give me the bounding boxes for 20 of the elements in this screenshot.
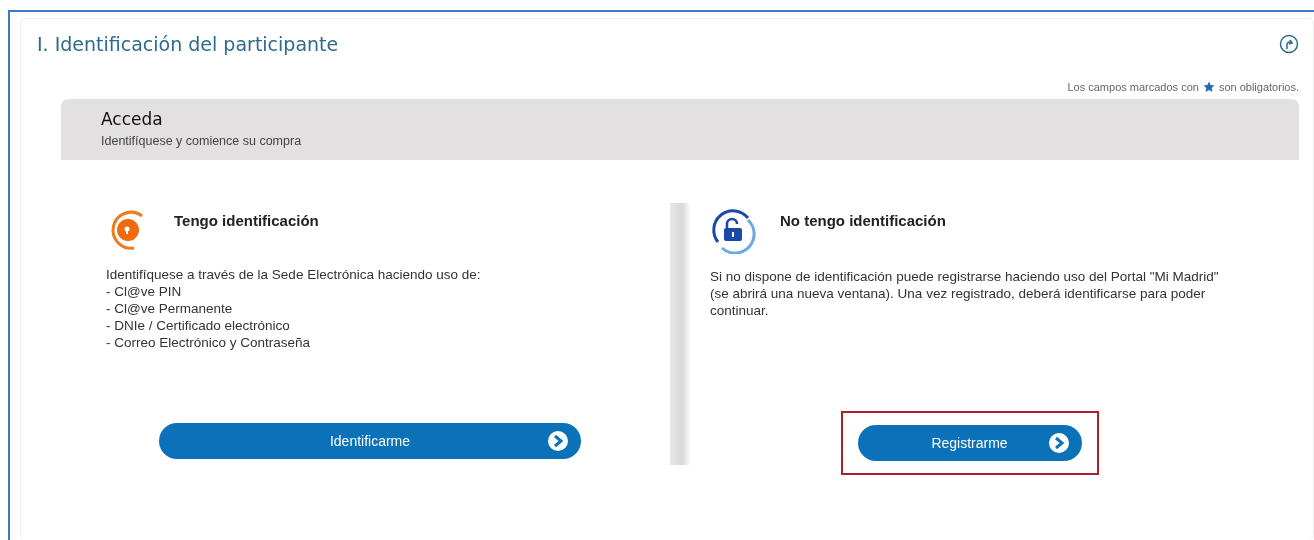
option-text: - DNIe / Certificado electrónico <box>106 317 291 334</box>
star-icon <box>1202 81 1215 93</box>
option-text: - Correo Electrónico y Contraseña <box>106 334 312 351</box>
option-title: No tengo identificación <box>780 212 946 229</box>
required-note: son obligatorios. <box>1218 81 1299 93</box>
section-title: I. Identificación del participante <box>37 33 339 55</box>
required-note: Los campos marcados con <box>1067 81 1199 93</box>
chevron-right-icon <box>1047 432 1070 454</box>
option-text: - Cl@ve Permanente <box>106 300 234 317</box>
redo-icon[interactable] <box>1279 34 1299 54</box>
option-title: Tengo identificación <box>174 212 319 229</box>
action-button[interactable]: Registrarme <box>857 425 1082 461</box>
header-title: Acceda <box>101 109 164 129</box>
chevron-right-icon <box>547 430 569 452</box>
unlocked-padlock-icon <box>710 208 756 254</box>
option-text: Si no dispone de identificación puede registrarse haciendo uso del Portal "Mi Madrid" (se abrirá una nueva ventana). Una vez registrado, deberá identificarse para poder continuar. <box>710 268 1220 319</box>
header-subtitle: Identifíquese y comience su compra <box>101 134 303 148</box>
option-text: Identifíquese a través de la Sede Electrónica haciendo uso de: <box>106 266 482 283</box>
action-button[interactable]: Identificarme <box>159 423 581 459</box>
option-text: - Cl@ve PIN <box>106 283 183 300</box>
